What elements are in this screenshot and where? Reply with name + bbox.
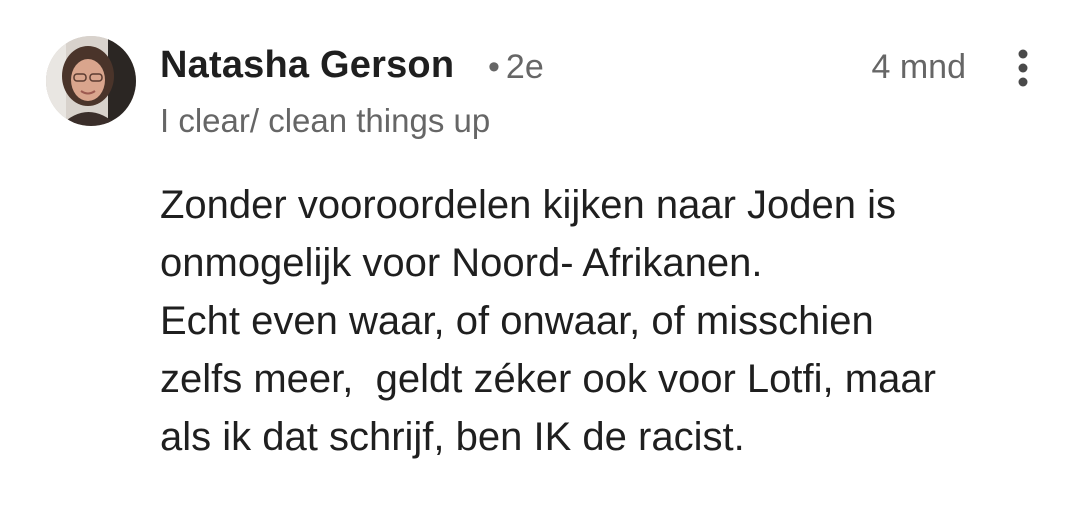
comment-body-line: Zonder vooroordelen kijken naar Joden is [160, 183, 896, 227]
comment-item: Natasha Gerson • 2e 4 mnd I clear/ clean … [0, 0, 1080, 511]
comment-timestamp: 4 mnd [871, 48, 967, 86]
comment-body: Zonder vooroordelen kijken naar Joden is… [160, 176, 1040, 466]
separator-dot: • [488, 48, 500, 86]
avatar-photo [46, 36, 136, 126]
comment-body-line: Echt even waar, of onwaar, of misschien [160, 299, 874, 343]
comment-body-line: onmogelijk voor Noord- Afrikanen. [160, 241, 763, 285]
more-options-button[interactable] [1008, 46, 1038, 90]
more-vertical-icon [1018, 49, 1028, 87]
connection-degree-label: 2e [505, 48, 544, 86]
connection-degree: • 2e [488, 48, 544, 87]
comment-body-line: zelfs meer, geldt zéker ook voor Lotfi, … [160, 357, 936, 401]
comment-body-line: als ik dat schrijf, ben IK de racist. [160, 415, 745, 459]
author-headline: I clear/ clean things up [160, 102, 491, 139]
author-name[interactable]: Natasha Gerson [160, 44, 454, 87]
author-avatar[interactable] [46, 36, 136, 126]
